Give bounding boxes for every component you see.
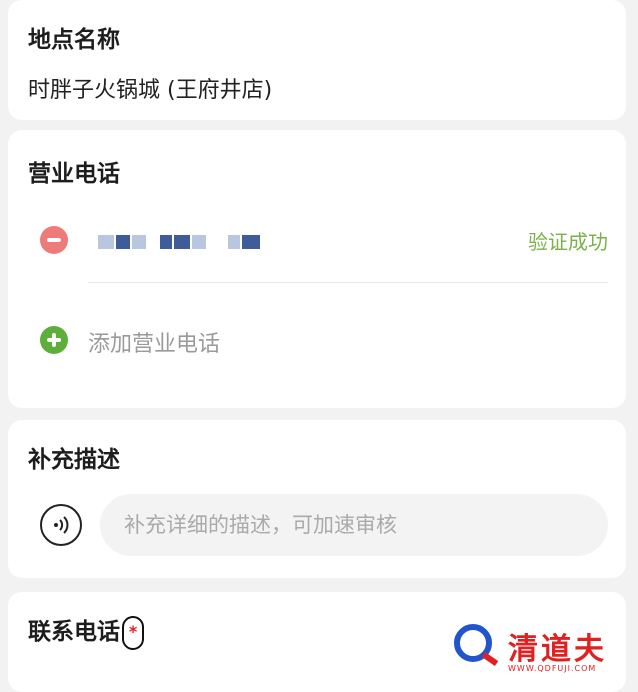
watermark-subtext: WWW.QDFUJI.COM xyxy=(508,664,597,673)
place-name-value[interactable]: 时胖子火锅城 (王府井店) xyxy=(28,72,272,104)
remove-phone-icon[interactable] xyxy=(40,226,68,254)
required-mark: * xyxy=(122,615,144,650)
divider xyxy=(88,282,608,283)
place-name-card: 地点名称 时胖子火锅城 (王府井店) xyxy=(8,0,626,120)
description-input[interactable] xyxy=(100,494,608,556)
add-phone-icon[interactable] xyxy=(40,326,68,354)
verification-status: 验证成功 xyxy=(528,230,608,254)
business-phone-title: 营业电话 xyxy=(28,161,120,187)
description-card: 补充描述 xyxy=(8,420,626,578)
place-name-title: 地点名称 xyxy=(28,27,120,53)
watermark-text: 清道夫 xyxy=(508,632,607,667)
contact-phone-label: 联系电话 xyxy=(28,619,120,645)
voice-wave-icon[interactable] xyxy=(40,504,82,546)
description-title: 补充描述 xyxy=(28,447,120,473)
add-phone-button[interactable]: 添加营业电话 xyxy=(88,326,220,358)
business-phone-card: 营业电话 验证成功 添加营业电话 xyxy=(8,130,626,408)
masked-phone-number xyxy=(88,232,268,250)
logo-icon xyxy=(454,624,492,662)
contact-phone-title: 联系电话 * xyxy=(28,612,144,650)
watermark-logo: 清道夫 WWW.QDFUJI.COM xyxy=(438,618,624,676)
